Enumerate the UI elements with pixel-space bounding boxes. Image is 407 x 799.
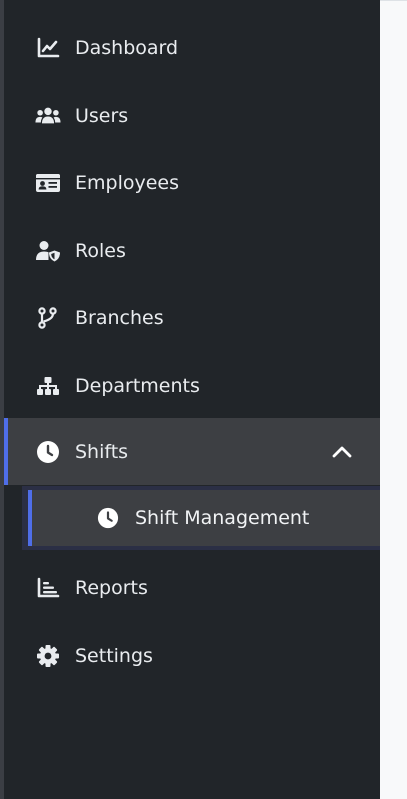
sidebar-item-label: Dashboard [75,36,179,59]
shifts-submenu: Shift Management [22,486,380,550]
sidebar-item-label: Roles [75,239,126,262]
sidebar-subitem-shift-management[interactable]: Shift Management [28,490,380,546]
sidebar-item-label: Employees [75,171,179,194]
sidebar-item-employees[interactable]: Employees [4,149,380,216]
clock-icon [35,440,61,463]
sidebar: Dashboard Users Employees Roles Branches… [4,0,380,799]
sidebar-item-label: Reports [75,576,148,599]
gear-icon [35,644,61,667]
sidebar-item-shifts[interactable]: Shifts [4,418,380,485]
content-top-border [380,0,407,1]
sidebar-item-dashboard[interactable]: Dashboard [4,14,380,81]
sitemap-icon [35,375,61,397]
sidebar-item-roles[interactable]: Roles [4,217,380,284]
clock-icon [96,507,120,529]
users-icon [35,105,61,127]
sidebar-item-label: Shifts [75,440,129,463]
sidebar-item-reports[interactable]: Reports [4,554,380,621]
user-shield-icon [35,240,61,262]
code-branch-icon [35,306,61,329]
sidebar-item-departments[interactable]: Departments [4,352,380,419]
sidebar-item-label: Users [75,104,129,127]
sidebar-item-label: Settings [75,644,153,667]
sidebar-item-label: Departments [75,374,200,397]
chevron-up-icon[interactable] [332,445,352,459]
id-card-icon [35,172,61,194]
sidebar-item-settings[interactable]: Settings [4,622,380,689]
sidebar-item-label: Branches [75,306,164,329]
sidebar-subitem-label: Shift Management [135,507,310,529]
sidebar-item-users[interactable]: Users [4,82,380,149]
sidebar-item-branches[interactable]: Branches [4,284,380,351]
chart-line-icon [35,37,61,59]
chart-bar-icon [35,577,61,599]
